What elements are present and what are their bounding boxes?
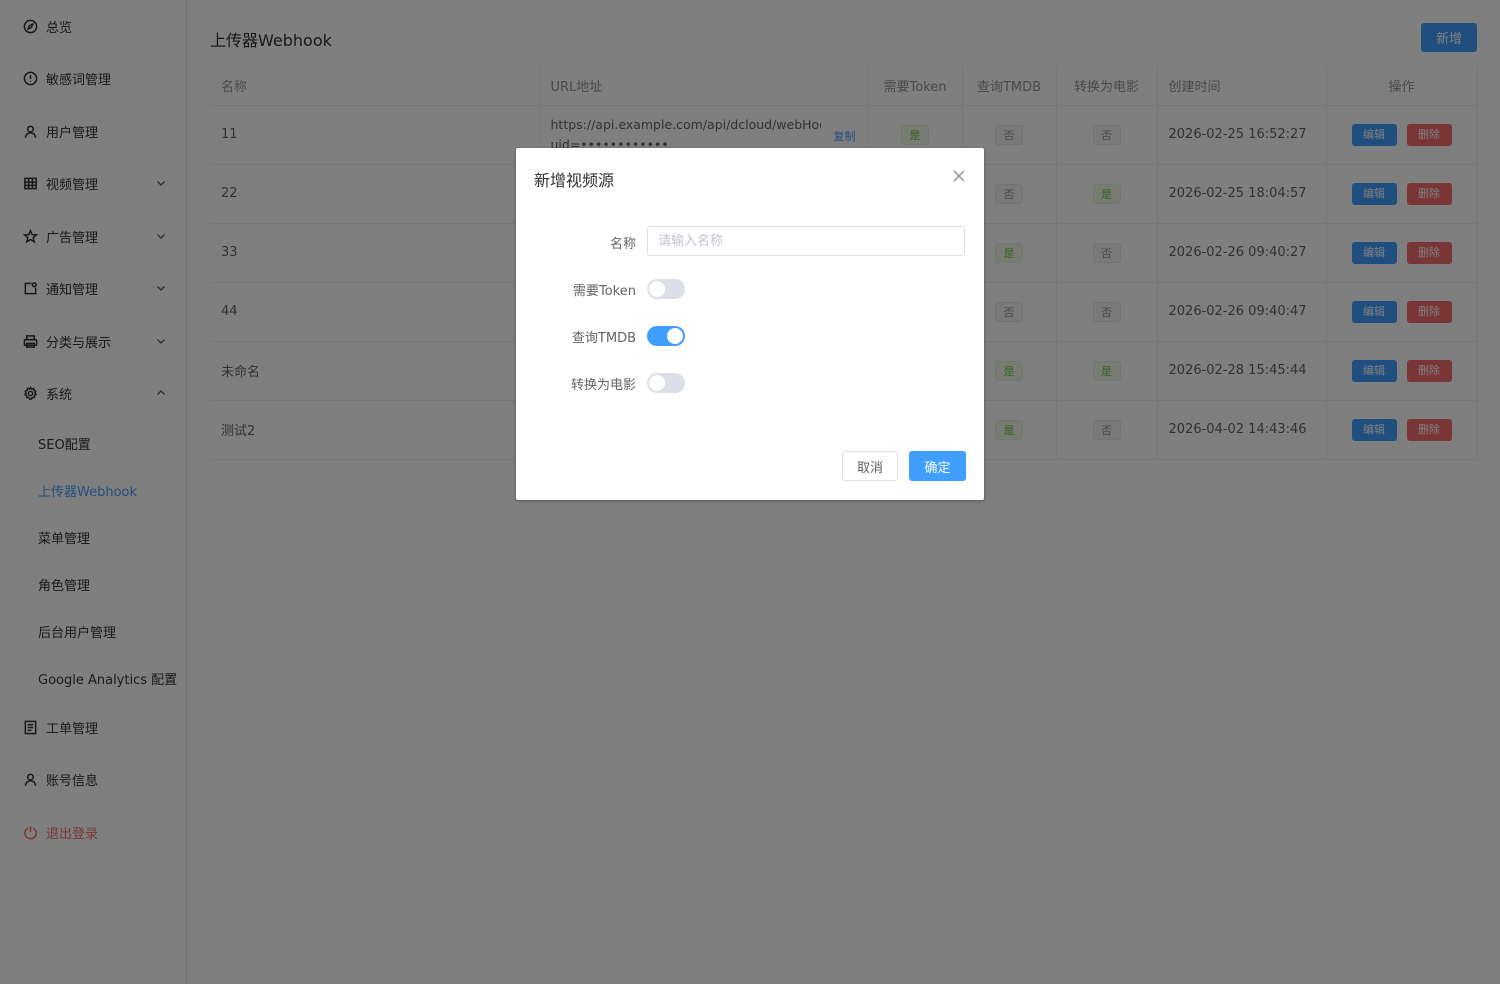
token-switch[interactable] [647, 279, 685, 299]
cancel-button[interactable]: 取消 [842, 451, 898, 481]
switch-knob [667, 328, 683, 344]
confirm-button[interactable]: 确定 [909, 451, 966, 481]
name-input[interactable] [647, 226, 965, 256]
movie-label: 转换为电影 [570, 378, 636, 393]
switch-knob [649, 281, 665, 297]
movie-switch[interactable] [647, 373, 685, 393]
close-icon[interactable] [952, 169, 966, 183]
tmdb-label: 查询TMDB [571, 331, 636, 346]
token-label: 需要Token [573, 284, 636, 299]
name-label: 名称 [609, 237, 636, 252]
tmdb-switch[interactable] [647, 326, 685, 346]
switch-knob [649, 375, 665, 391]
dialog-title: 新增视频源 [534, 171, 615, 190]
add-video-source-dialog: 新增视频源 名称 需要Token 查询TMDB 转换为电影 取消 确定 [516, 148, 984, 500]
